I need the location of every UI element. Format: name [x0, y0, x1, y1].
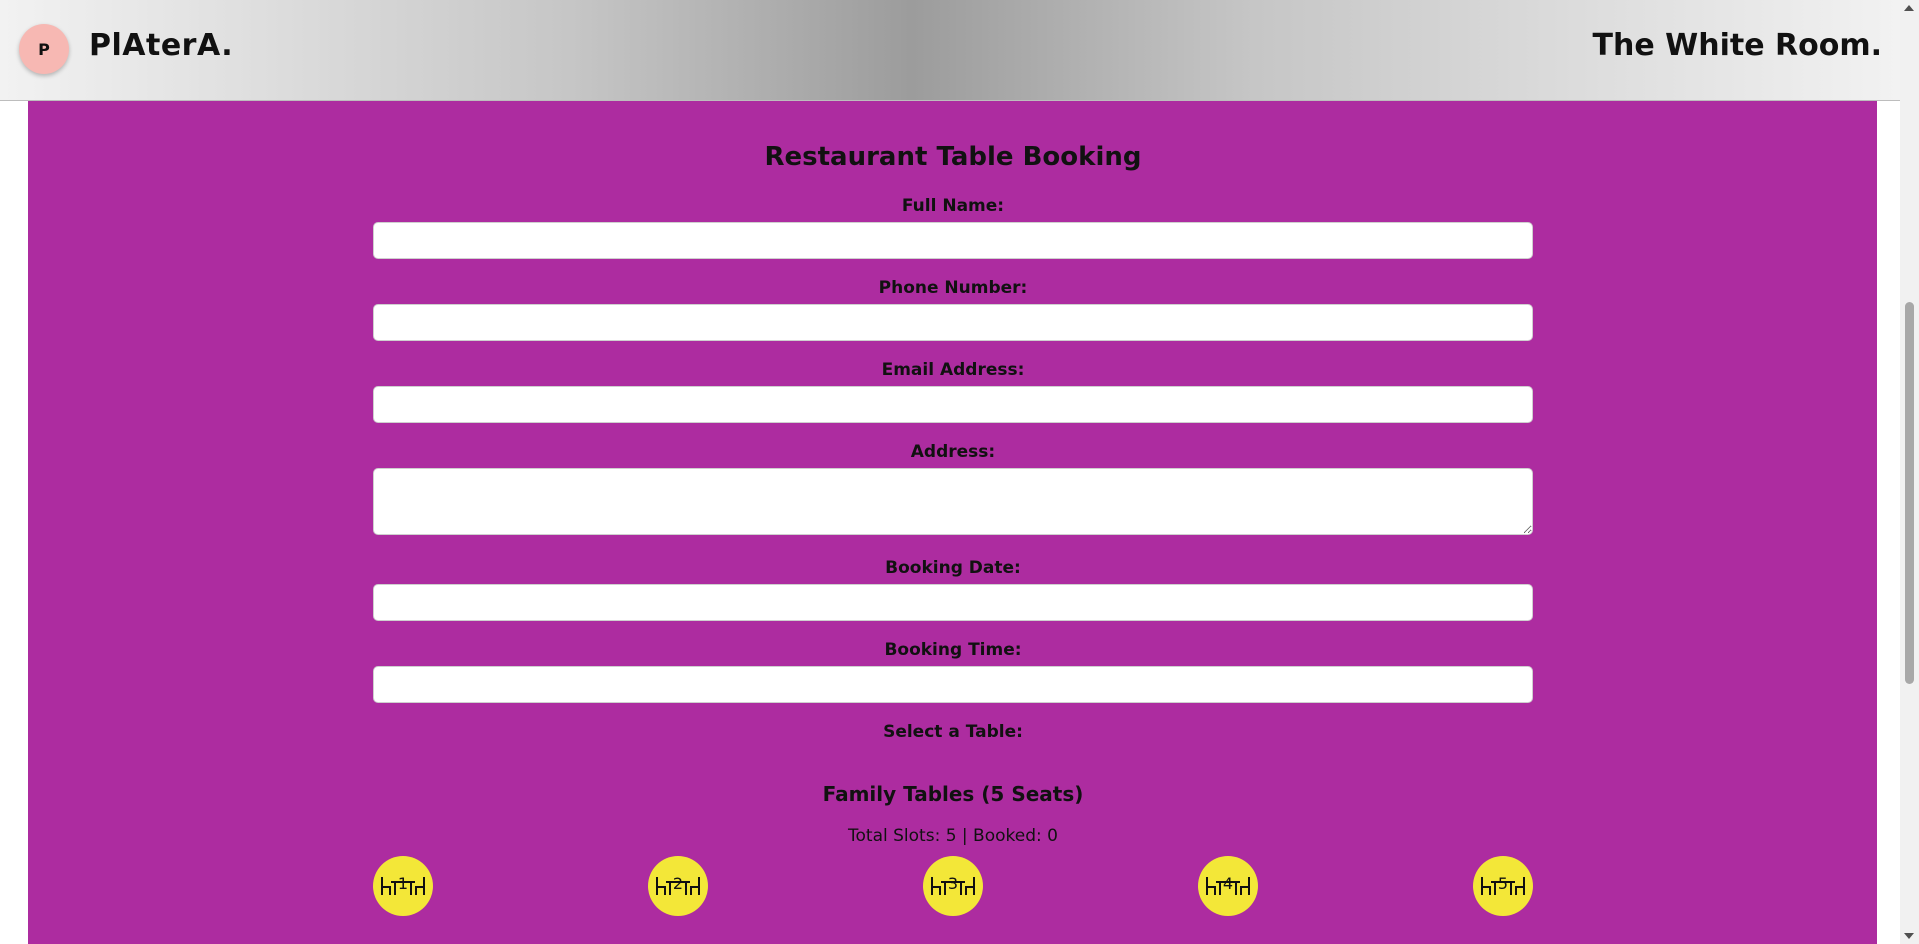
page: P PlAterA. The White Room. Restaurant Ta… [0, 0, 1919, 944]
table-number: 5 [1497, 874, 1509, 893]
table-number: 1 [397, 874, 409, 893]
logo-badge[interactable]: P [19, 24, 69, 74]
phone-label: Phone Number: [878, 278, 1028, 298]
brand-name[interactable]: PlAterA. [89, 28, 233, 63]
address-textarea[interactable] [373, 468, 1533, 535]
scroll-up-arrow-icon[interactable] [1904, 5, 1914, 11]
site-header: P PlAterA. The White Room. [0, 0, 1900, 101]
scroll-thumb[interactable] [1905, 302, 1914, 684]
booking-date-input[interactable] [373, 584, 1533, 621]
full-name-label: Full Name: [901, 196, 1005, 216]
booking-time-input[interactable] [373, 666, 1533, 703]
booking-panel: Restaurant Table Booking Full Name: Phon… [28, 100, 1877, 944]
table-stats: Total Slots: 5 | Booked: 0 [848, 826, 1058, 846]
vertical-scrollbar[interactable] [1900, 0, 1919, 944]
full-name-input[interactable] [373, 222, 1533, 259]
email-input[interactable] [373, 386, 1533, 423]
phone-input[interactable] [373, 304, 1533, 341]
table-number: 3 [947, 874, 959, 893]
table-number: 2 [672, 874, 684, 893]
select-table-label: Select a Table: [883, 722, 1023, 742]
table-4-button[interactable]: 4 [1198, 856, 1258, 916]
family-tables-row: 1 2 3 4 5 [373, 856, 1533, 916]
table-3-button[interactable]: 3 [923, 856, 983, 916]
form-title: Restaurant Table Booking [764, 142, 1142, 172]
scroll-down-arrow-icon[interactable] [1904, 933, 1914, 939]
table-number: 4 [1222, 874, 1234, 893]
booking-time-label: Booking Time: [884, 640, 1022, 660]
table-2-button[interactable]: 2 [648, 856, 708, 916]
venue-name: The White Room. [1592, 28, 1882, 63]
family-tables-title: Family Tables (5 Seats) [822, 782, 1084, 806]
table-5-button[interactable]: 5 [1473, 856, 1533, 916]
booking-date-label: Booking Date: [885, 558, 1021, 578]
table-1-button[interactable]: 1 [373, 856, 433, 916]
address-label: Address: [910, 442, 996, 462]
email-label: Email Address: [881, 360, 1025, 380]
